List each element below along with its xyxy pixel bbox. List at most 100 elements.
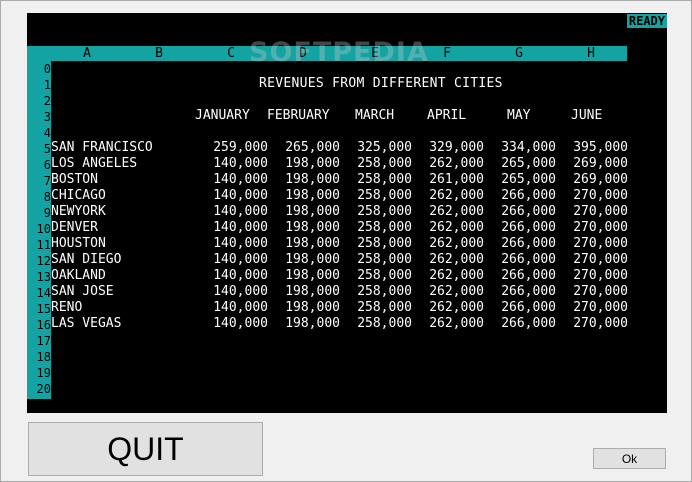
value-cell[interactable]: 266,000 [501, 268, 556, 284]
value-cell[interactable]: 266,000 [501, 252, 556, 268]
value-cell[interactable]: 198,000 [285, 268, 340, 284]
value-cell[interactable]: 270,000 [573, 268, 628, 284]
column-letter: B [155, 46, 163, 61]
value-cell[interactable]: 140,000 [213, 268, 268, 284]
value-cell[interactable]: 258,000 [357, 220, 412, 236]
ok-button[interactable]: Ok [593, 448, 666, 469]
value-cell[interactable]: 269,000 [573, 172, 628, 188]
value-cell[interactable]: 198,000 [285, 172, 340, 188]
city-cell[interactable]: NEWYORK [51, 204, 106, 220]
value-cell[interactable]: 198,000 [285, 252, 340, 268]
value-cell[interactable]: 265,000 [285, 140, 340, 156]
value-cell[interactable]: 262,000 [429, 316, 484, 332]
value-cell[interactable]: 140,000 [213, 172, 268, 188]
value-cell[interactable]: 270,000 [573, 284, 628, 300]
value-cell[interactable]: 258,000 [357, 252, 412, 268]
value-cell[interactable]: 266,000 [501, 220, 556, 236]
row-number: 14 [36, 286, 51, 300]
value-cell[interactable]: 265,000 [501, 156, 556, 172]
value-cell[interactable]: 198,000 [285, 300, 340, 316]
city-cell[interactable]: SAN DIEGO [51, 252, 121, 268]
value-cell[interactable]: 270,000 [573, 300, 628, 316]
value-cell[interactable]: 334,000 [501, 140, 556, 156]
value-cell[interactable]: 258,000 [357, 188, 412, 204]
city-cell[interactable]: SAN JOSE [51, 284, 114, 300]
value-cell[interactable]: 140,000 [213, 316, 268, 332]
column-letter: H [587, 46, 595, 61]
city-cell[interactable]: RENO [51, 300, 82, 316]
value-cell[interactable]: 266,000 [501, 316, 556, 332]
city-cell[interactable]: BOSTON [51, 172, 98, 188]
value-cell[interactable]: 270,000 [573, 252, 628, 268]
value-cell[interactable]: 395,000 [573, 140, 628, 156]
row-number: 20 [36, 382, 51, 396]
value-cell[interactable]: 258,000 [357, 204, 412, 220]
value-cell[interactable]: 140,000 [213, 156, 268, 172]
value-cell[interactable]: 266,000 [501, 284, 556, 300]
row-number: 19 [36, 366, 51, 380]
value-cell[interactable]: 258,000 [357, 172, 412, 188]
city-cell[interactable]: LAS VEGAS [51, 316, 121, 332]
value-cell[interactable]: 258,000 [357, 316, 412, 332]
city-cell[interactable]: OAKLAND [51, 268, 106, 284]
value-cell[interactable]: 258,000 [357, 236, 412, 252]
city-cell[interactable]: SAN FRANCISCO [51, 140, 153, 156]
city-cell[interactable]: LOS ANGELES [51, 156, 137, 172]
value-cell[interactable]: 198,000 [285, 188, 340, 204]
value-cell[interactable]: 262,000 [429, 300, 484, 316]
value-cell[interactable]: 266,000 [501, 188, 556, 204]
value-cell[interactable]: 198,000 [285, 316, 340, 332]
city-cell[interactable]: DENVER [51, 220, 98, 236]
value-cell[interactable]: 140,000 [213, 204, 268, 220]
value-cell[interactable]: 140,000 [213, 236, 268, 252]
value-cell[interactable]: 265,000 [501, 172, 556, 188]
value-cell[interactable]: 270,000 [573, 204, 628, 220]
city-cell[interactable]: CHICAGO [51, 188, 106, 204]
value-cell[interactable]: 329,000 [429, 140, 484, 156]
spreadsheet-screen[interactable]: READY ABCDEFGH 0 1 2 3 4 5 6 7 8 9 10 11 12 13 14 15 16 1… [27, 13, 667, 413]
value-cell[interactable]: 262,000 [429, 156, 484, 172]
value-cell[interactable]: 270,000 [573, 188, 628, 204]
row-number: 7 [43, 174, 51, 188]
value-cell[interactable]: 262,000 [429, 236, 484, 252]
value-cell[interactable]: 259,000 [213, 140, 268, 156]
value-cell[interactable]: 266,000 [501, 204, 556, 220]
value-cell[interactable]: 266,000 [501, 236, 556, 252]
value-cell[interactable]: 269,000 [573, 156, 628, 172]
value-cell[interactable]: 261,000 [429, 172, 484, 188]
value-cell[interactable]: 325,000 [357, 140, 412, 156]
value-cell[interactable]: 258,000 [357, 284, 412, 300]
value-cell[interactable]: 198,000 [285, 220, 340, 236]
value-cell[interactable]: 140,000 [213, 300, 268, 316]
month-header: JUNE [571, 108, 603, 123]
value-cell[interactable]: 262,000 [429, 268, 484, 284]
value-cell[interactable]: 140,000 [213, 252, 268, 268]
value-cell[interactable]: 198,000 [285, 284, 340, 300]
value-cell[interactable]: 198,000 [285, 156, 340, 172]
quit-button[interactable]: QUIT [28, 422, 263, 476]
value-cell[interactable]: 270,000 [573, 236, 628, 252]
value-cell[interactable]: 198,000 [285, 204, 340, 220]
city-cell[interactable]: HOUSTON [51, 236, 106, 252]
row-number: 12 [36, 254, 51, 268]
value-cell[interactable]: 262,000 [429, 204, 484, 220]
value-cell[interactable]: 270,000 [573, 316, 628, 332]
value-cell[interactable]: 270,000 [573, 220, 628, 236]
value-cell[interactable]: 140,000 [213, 220, 268, 236]
value-cell[interactable]: 266,000 [501, 300, 556, 316]
value-cell[interactable]: 258,000 [357, 268, 412, 284]
value-cell[interactable]: 262,000 [429, 220, 484, 236]
month-header: JANUARY [195, 108, 250, 123]
value-cell[interactable]: 140,000 [213, 188, 268, 204]
row-number: 18 [36, 350, 51, 364]
column-letter: F [443, 46, 451, 61]
value-cell[interactable]: 262,000 [429, 188, 484, 204]
row-number: 15 [36, 302, 51, 316]
value-cell[interactable]: 262,000 [429, 284, 484, 300]
column-letter: C [227, 46, 235, 61]
value-cell[interactable]: 262,000 [429, 252, 484, 268]
value-cell[interactable]: 258,000 [357, 156, 412, 172]
value-cell[interactable]: 140,000 [213, 284, 268, 300]
value-cell[interactable]: 198,000 [285, 236, 340, 252]
value-cell[interactable]: 258,000 [357, 300, 412, 316]
